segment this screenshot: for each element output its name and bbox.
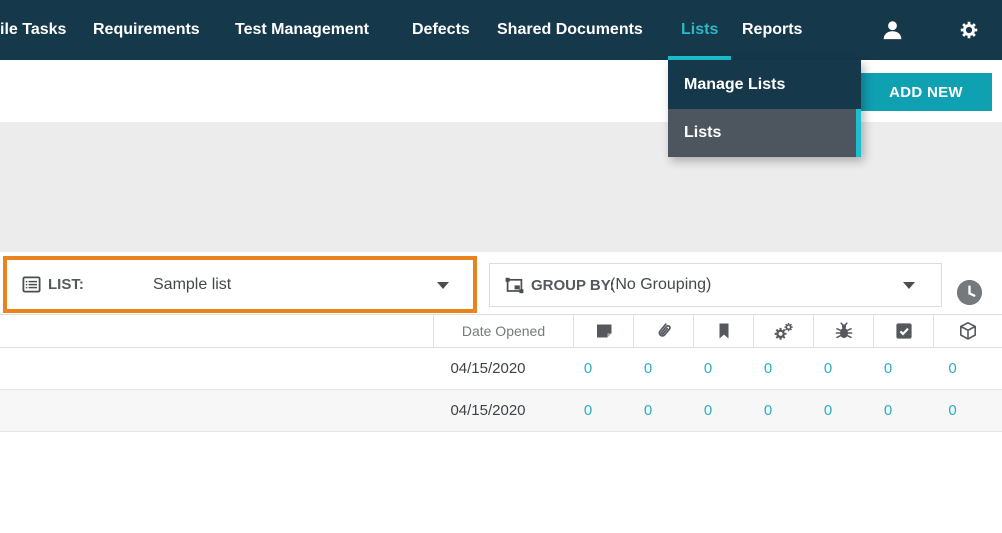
items-count-link[interactable]: 0 (933, 390, 1002, 431)
note-icon[interactable] (573, 315, 633, 347)
automations-count-link[interactable]: 0 (753, 348, 813, 389)
bookmarks-count-link[interactable]: 0 (693, 348, 753, 389)
chevron-down-icon (437, 282, 449, 289)
add-new-button[interactable]: ADD NEW (860, 73, 992, 111)
table-row[interactable]: 04/15/2020 0 0 0 0 0 0 0 (0, 348, 1002, 390)
screen: ile Tasks Requirements Test Management D… (0, 0, 1002, 533)
header-cell-empty (0, 315, 433, 347)
nav-item-test-management[interactable]: Test Management (235, 0, 369, 60)
attachments-count-link[interactable]: 0 (633, 390, 693, 431)
top-nav: ile Tasks Requirements Test Management D… (0, 0, 1002, 60)
check-square-icon[interactable] (873, 315, 933, 347)
table-row[interactable]: 04/15/2020 0 0 0 0 0 0 0 (0, 390, 1002, 432)
date-opened-cell: 04/15/2020 (433, 348, 573, 389)
paperclip-icon[interactable] (633, 315, 693, 347)
nav-item-reports[interactable]: Reports (742, 0, 802, 60)
defects-count-link[interactable]: 0 (813, 390, 873, 431)
tasks-count-link[interactable]: 0 (873, 390, 933, 431)
notes-count-link[interactable]: 0 (573, 390, 633, 431)
table-header: Date Opened (0, 314, 1002, 348)
nav-item-lists[interactable]: Lists (681, 0, 718, 60)
chevron-down-icon (903, 282, 915, 289)
nav-item-agile-tasks[interactable]: ile Tasks (0, 0, 66, 60)
menu-item-manage-lists[interactable]: Manage Lists (668, 60, 861, 109)
items-count-link[interactable]: 0 (933, 348, 1002, 389)
group-by-selector[interactable]: GROUP BY: (No Grouping) (489, 263, 942, 307)
nav-item-defects[interactable]: Defects (412, 0, 470, 60)
automations-count-link[interactable]: 0 (753, 390, 813, 431)
cube-icon[interactable] (933, 315, 1002, 347)
clock-icon (957, 280, 982, 305)
defects-count-link[interactable]: 0 (813, 348, 873, 389)
attachments-count-link[interactable]: 0 (633, 348, 693, 389)
user-icon[interactable] (874, 0, 910, 60)
tasks-count-link[interactable]: 0 (873, 348, 933, 389)
group-by-label: GROUP BY: (531, 277, 615, 294)
menu-item-lists[interactable]: Lists (668, 109, 861, 157)
header-cell-date-opened[interactable]: Date Opened (433, 315, 573, 347)
bookmarks-count-link[interactable]: 0 (693, 390, 753, 431)
lists-dropdown-menu: Manage Lists Lists (668, 60, 861, 157)
list-label: LIST: (48, 276, 84, 293)
bug-icon[interactable] (813, 315, 873, 347)
date-opened-cell: 04/15/2020 (433, 390, 573, 431)
list-value: Sample list (153, 276, 231, 294)
nav-item-shared-documents[interactable]: Shared Documents (497, 0, 643, 60)
list-icon (22, 275, 41, 294)
gear-icon[interactable] (951, 0, 987, 60)
history-clock-button[interactable] (957, 280, 982, 305)
cogs-icon[interactable] (753, 315, 813, 347)
bookmark-icon[interactable] (693, 315, 753, 347)
nav-item-requirements[interactable]: Requirements (93, 0, 200, 60)
list-selector[interactable]: LIST: Sample list (3, 256, 477, 313)
object-group-icon (505, 276, 524, 295)
group-by-value: (No Grouping) (610, 276, 711, 294)
notes-count-link[interactable]: 0 (573, 348, 633, 389)
